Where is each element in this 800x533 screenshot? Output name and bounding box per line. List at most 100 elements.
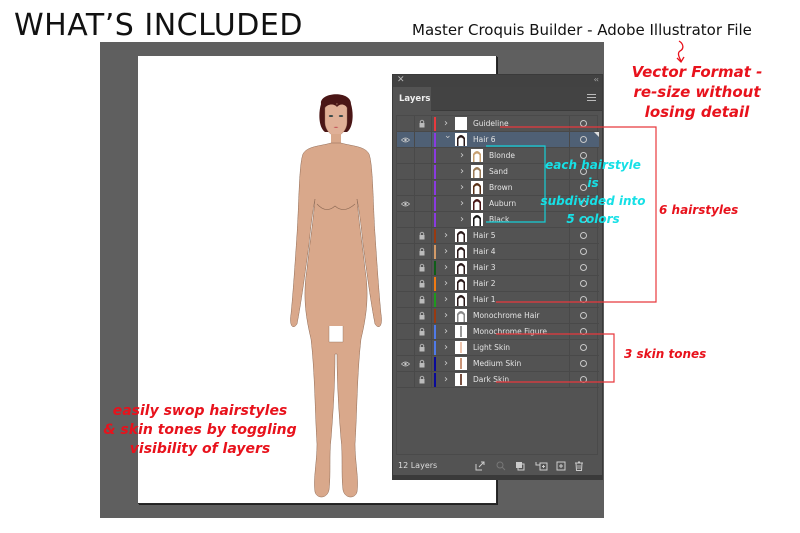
chevron-right-icon[interactable]: ›	[460, 212, 464, 227]
locate-object-icon[interactable]	[496, 461, 506, 471]
chevron-right-icon[interactable]: ›	[444, 292, 448, 307]
hamburger-menu-icon[interactable]	[587, 94, 596, 102]
chevron-right-icon[interactable]: ›	[444, 228, 448, 243]
chevron-right-icon[interactable]: ›	[460, 196, 464, 211]
lock-toggle[interactable]	[415, 132, 432, 147]
visibility-toggle[interactable]	[397, 324, 415, 339]
chevron-right-icon[interactable]: ›	[444, 340, 448, 355]
layer-name[interactable]: Monochrome Hair	[473, 308, 540, 323]
layer-name[interactable]: Auburn	[489, 196, 516, 211]
layer-name[interactable]: Blonde	[489, 148, 515, 163]
eye-icon	[401, 137, 410, 143]
layer-row[interactable]: › Hair 3	[397, 260, 599, 276]
layer-name[interactable]: Dark Skin	[473, 372, 509, 387]
visibility-toggle[interactable]	[397, 228, 415, 243]
layer-row[interactable]: › Hair 1	[397, 292, 599, 308]
layer-name[interactable]: Guideline	[473, 116, 509, 131]
target-circle-icon[interactable]	[580, 344, 587, 351]
target-circle-icon[interactable]	[580, 296, 587, 303]
lock-toggle[interactable]	[415, 180, 432, 195]
visibility-toggle[interactable]	[397, 372, 415, 387]
tab-layers[interactable]: Layers	[393, 87, 431, 111]
chevron-right-icon[interactable]: ›	[444, 260, 448, 275]
chevron-right-icon[interactable]: ›	[444, 244, 448, 259]
visibility-toggle[interactable]	[397, 212, 415, 227]
target-circle-icon[interactable]	[580, 312, 587, 319]
chevron-right-icon[interactable]: ›	[444, 308, 448, 323]
visibility-toggle[interactable]	[397, 276, 415, 291]
chevron-right-icon[interactable]: ›	[444, 372, 448, 387]
visibility-toggle[interactable]	[397, 292, 415, 307]
layer-color-swatch	[434, 245, 436, 259]
target-circle-icon[interactable]	[580, 360, 587, 367]
chevron-right-icon[interactable]: ›	[444, 356, 448, 371]
layer-name[interactable]: Brown	[489, 180, 513, 195]
lock-toggle[interactable]	[415, 148, 432, 163]
visibility-toggle[interactable]	[397, 340, 415, 355]
visibility-toggle[interactable]	[397, 164, 415, 179]
lock-toggle[interactable]	[415, 196, 432, 211]
layer-row[interactable]: › Guideline	[397, 116, 599, 132]
layer-row[interactable]: › Medium Skin	[397, 356, 599, 372]
layer-name[interactable]: Medium Skin	[473, 356, 521, 371]
layer-name[interactable]: Monochrome Figure	[473, 324, 547, 339]
target-circle-icon[interactable]	[580, 248, 587, 255]
target-circle-icon[interactable]	[580, 120, 587, 127]
layer-row[interactable]: › Monochrome Figure	[397, 324, 599, 340]
note-line: re-size without	[633, 83, 761, 101]
layer-row[interactable]: › Hair 2	[397, 276, 599, 292]
chevron-right-icon[interactable]: ›	[460, 148, 464, 163]
visibility-toggle[interactable]	[397, 260, 415, 275]
layer-name[interactable]: Sand	[489, 164, 508, 179]
visibility-toggle[interactable]	[397, 132, 415, 147]
visibility-toggle[interactable]	[397, 308, 415, 323]
chevron-right-icon[interactable]: ›	[460, 164, 464, 179]
layer-name[interactable]: Hair 1	[473, 292, 496, 307]
target-circle-icon[interactable]	[580, 264, 587, 271]
layer-color-swatch	[434, 293, 436, 307]
export-icon[interactable]	[475, 461, 485, 471]
layer-name[interactable]: Light Skin	[473, 340, 510, 355]
note-line: & skin tones by toggling	[103, 422, 297, 438]
target-circle-icon[interactable]	[580, 232, 587, 239]
trash-icon[interactable]	[574, 461, 584, 471]
move-to-layer-icon[interactable]	[535, 461, 548, 471]
note-line: losing detail	[644, 103, 750, 121]
visibility-toggle[interactable]	[397, 356, 415, 371]
clipping-mask-icon[interactable]	[515, 461, 525, 471]
layer-thumbnail	[455, 341, 467, 354]
visibility-toggle[interactable]	[397, 116, 415, 131]
layer-name[interactable]: Hair 5	[473, 228, 496, 243]
target-circle-icon[interactable]	[580, 280, 587, 287]
panel-resize-grip[interactable]	[393, 475, 602, 479]
close-icon[interactable]: ✕	[397, 74, 405, 86]
lock-toggle[interactable]	[415, 164, 432, 179]
layer-name[interactable]: Hair 3	[473, 260, 496, 275]
layer-name[interactable]: Hair 6	[473, 132, 496, 147]
chevron-down-icon[interactable]: ⌄	[444, 129, 452, 144]
layer-thumbnail	[455, 357, 467, 370]
layer-color-swatch	[434, 181, 436, 195]
layer-row[interactable]: ⌄ Hair 6	[397, 129, 599, 148]
lock-toggle[interactable]	[415, 212, 432, 227]
double-chevron-icon[interactable]: ‹‹	[594, 74, 600, 86]
new-layer-icon[interactable]	[556, 461, 566, 471]
layer-row[interactable]: › Light Skin	[397, 340, 599, 356]
layer-name[interactable]: Hair 2	[473, 276, 496, 291]
visibility-toggle[interactable]	[397, 244, 415, 259]
chevron-right-icon[interactable]: ›	[460, 180, 464, 195]
visibility-toggle[interactable]	[397, 180, 415, 195]
layer-name[interactable]: Black	[489, 212, 509, 227]
target-circle-icon[interactable]	[580, 328, 587, 335]
visibility-toggle[interactable]	[397, 196, 415, 211]
chevron-right-icon[interactable]: ›	[444, 276, 448, 291]
visibility-toggle[interactable]	[397, 148, 415, 163]
layer-row[interactable]: › Hair 4	[397, 244, 599, 260]
target-circle-icon[interactable]	[580, 136, 587, 143]
layer-row[interactable]: › Dark Skin	[397, 372, 599, 388]
chevron-right-icon[interactable]: ›	[444, 324, 448, 339]
layer-name[interactable]: Hair 4	[473, 244, 496, 259]
target-circle-icon[interactable]	[580, 376, 587, 383]
layer-row[interactable]: › Hair 5	[397, 228, 599, 244]
layer-row[interactable]: › Monochrome Hair	[397, 308, 599, 324]
